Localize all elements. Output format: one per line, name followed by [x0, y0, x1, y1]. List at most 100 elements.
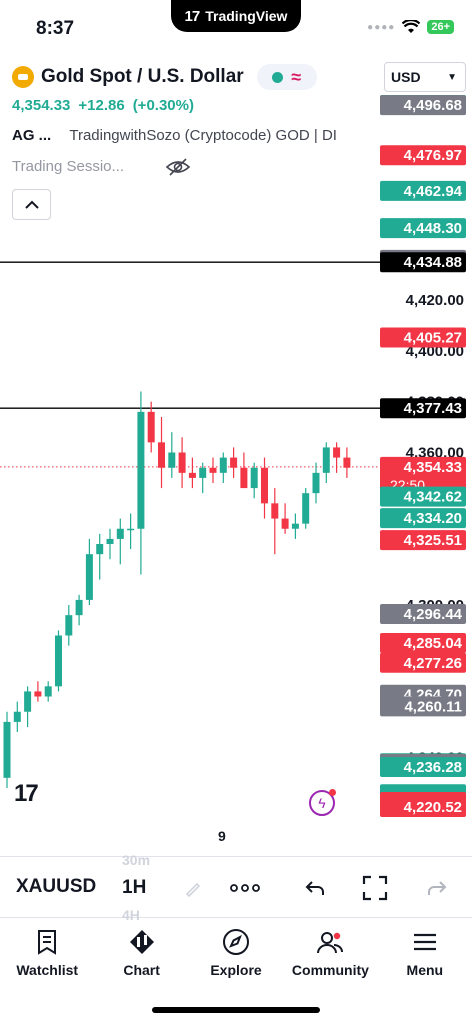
nav-menu[interactable]: Menu	[378, 920, 472, 990]
tradingview-watermark-icon: 17	[14, 780, 39, 807]
price-label-text: 4,220.52	[404, 799, 462, 816]
bottom-nav: Watchlist Chart Explore Community Menu	[0, 920, 472, 990]
nav-label: Watchlist	[16, 962, 79, 978]
fullscreen-button[interactable]	[360, 873, 390, 903]
price-label-text: 4,496.68	[404, 97, 462, 114]
currency-select[interactable]: USD ▼	[384, 62, 466, 92]
price-label-text: 4,277.26	[404, 655, 462, 672]
status-time: 8:37	[36, 18, 75, 39]
symbol-selector[interactable]: XAUUSD	[16, 876, 100, 898]
market-status-pill[interactable]: ≈	[256, 64, 317, 90]
candle-body	[116, 528, 124, 539]
price-label-text: 4,334.20	[404, 510, 462, 527]
price-label-text: 4,434.88	[404, 254, 462, 271]
candle-body	[178, 452, 186, 473]
redo-button[interactable]	[422, 873, 452, 903]
candle-body	[24, 691, 32, 712]
candle-body	[312, 472, 320, 494]
price-label-text: 4,377.43	[404, 400, 462, 417]
candle-body	[137, 411, 145, 529]
menu-icon	[413, 933, 436, 951]
candle-body	[271, 503, 279, 519]
session-indicator-label[interactable]: Trading Sessio...	[12, 158, 124, 175]
price-label-text: 4,285.04	[404, 635, 463, 652]
notification-dot	[329, 789, 336, 796]
timeframe-prev[interactable]: 30m	[122, 852, 150, 868]
candle-body	[302, 493, 310, 524]
candle-body	[333, 447, 341, 458]
nav-community[interactable]: Community	[283, 920, 377, 990]
chart-toolbar: XAUUSD 30m 1H 4H	[0, 852, 472, 923]
app-pill: 17 TradingView	[171, 0, 301, 32]
indicator-name[interactable]: TradingwithSozo (Cryptocode) GOD | DI	[69, 127, 337, 144]
candle-body	[44, 686, 52, 697]
candle-body	[188, 472, 196, 478]
candle-body	[343, 457, 351, 468]
price-change: +12.86	[78, 97, 125, 114]
nav-chart[interactable]: Chart	[94, 920, 188, 990]
alert-bolt-button[interactable]: ϟ	[309, 789, 336, 816]
price-label-text: 4,236.28	[404, 759, 462, 776]
compass-icon	[223, 929, 250, 955]
candle-body	[261, 467, 268, 504]
undo-button[interactable]	[300, 873, 330, 903]
symbol-header[interactable]: Gold Spot / U.S. Dollar ≈	[12, 64, 317, 90]
nav-label: Community	[291, 962, 369, 978]
indicator-legend[interactable]: AG ... TradingwithSozo (Cryptocode) GOD …	[12, 127, 382, 144]
collapse-legend-button[interactable]	[12, 189, 51, 220]
candle-body	[127, 528, 135, 531]
indicator-short[interactable]: AG ...	[12, 127, 51, 144]
axis-tick-label: 4,420.00	[406, 292, 464, 309]
watchlist-icon	[38, 930, 57, 955]
candle-body	[65, 615, 73, 636]
price-label-text: 4,325.51	[404, 532, 462, 549]
candle-body	[250, 467, 258, 489]
price-label-text: 4,342.62	[404, 489, 462, 506]
candle-body	[219, 457, 227, 473]
candle-body	[168, 452, 176, 468]
last-price: 4,354.33	[12, 97, 71, 114]
gold-icon	[12, 66, 34, 88]
candle-body	[158, 442, 165, 468]
undo-icon	[305, 881, 324, 895]
redo-icon	[428, 881, 447, 895]
eye-hidden-icon[interactable]	[165, 156, 191, 178]
candle-body	[55, 635, 62, 687]
price-change-pct: (+0.30%)	[132, 97, 194, 114]
wifi-icon	[402, 20, 421, 33]
candle-body	[291, 523, 299, 529]
nav-label: Explore	[210, 962, 262, 978]
price-label-text: 4,296.44	[404, 606, 463, 623]
nav-label: Menu	[406, 962, 444, 978]
chart-icon	[129, 930, 154, 954]
wave-icon: ≈	[291, 66, 302, 87]
nav-watchlist[interactable]: Watchlist	[0, 920, 94, 990]
tradingview-logo-icon: 17	[184, 7, 201, 25]
more-button[interactable]	[230, 873, 260, 903]
candle-body	[209, 467, 217, 473]
price-label-text: 4,354.33	[404, 459, 462, 476]
candle-body	[230, 457, 238, 468]
fullscreen-icon	[362, 875, 388, 901]
candle-body	[85, 554, 93, 600]
page-number: 9	[218, 828, 226, 844]
price-label-text: 4,405.27	[404, 329, 462, 346]
price-label-text: 4,260.11	[404, 698, 462, 715]
symbol-title[interactable]: Gold Spot / U.S. Dollar	[41, 66, 244, 88]
chevron-up-icon	[24, 200, 39, 209]
candle-body	[147, 411, 155, 443]
drawing-tool-button[interactable]	[178, 873, 208, 903]
price-label-text: 4,448.30	[404, 220, 462, 237]
more-icon	[230, 884, 260, 892]
app-pill-name: TradingView	[205, 8, 288, 24]
candle-body	[199, 467, 207, 478]
battery-indicator: 26+	[427, 20, 454, 34]
candle-body	[96, 544, 104, 555]
bolt-icon: ϟ	[318, 795, 326, 811]
nav-label: Chart	[123, 962, 160, 978]
nav-explore[interactable]: Explore	[189, 920, 283, 990]
price-line: 4,354.33 +12.86 (+0.30%)	[12, 97, 194, 114]
timeframe-selector[interactable]: 1H	[122, 877, 146, 899]
price-label-text: 4,462.94	[404, 183, 463, 200]
candle-body	[240, 467, 248, 489]
